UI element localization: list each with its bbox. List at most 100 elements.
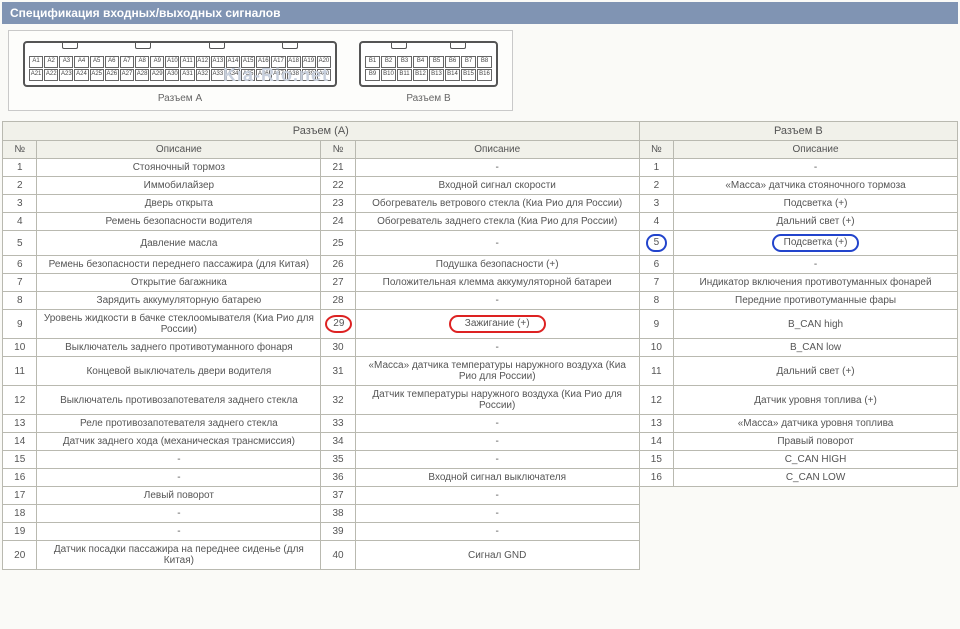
col-num: № xyxy=(639,141,673,159)
table-cell: Стояночный тормоз xyxy=(37,159,321,177)
table-row: 5Давление масла25-5Подсветка (+) xyxy=(3,231,958,256)
table-row: 6Ремень безопасности переднего пассажира… xyxy=(3,256,958,274)
connector-pin: B13 xyxy=(429,69,444,81)
connector-pin: A36 xyxy=(256,69,270,81)
connector-pin: B11 xyxy=(397,69,412,81)
table-cell: 13 xyxy=(3,415,37,433)
table-cell: B_CAN low xyxy=(674,339,958,357)
table-cell: 9 xyxy=(3,310,37,339)
connector-pin: A26 xyxy=(105,69,119,81)
connector-pin: A27 xyxy=(120,69,134,81)
connector-pin: A14 xyxy=(226,56,240,68)
connector-pin: A3 xyxy=(59,56,73,68)
table-cell: Передние противотуманные фары xyxy=(674,292,958,310)
col-desc: Описание xyxy=(355,141,639,159)
connector-pin: A40 xyxy=(317,69,331,81)
table-cell: - xyxy=(355,339,639,357)
table-cell: Дверь открыта xyxy=(37,195,321,213)
col-num: № xyxy=(321,141,355,159)
table-cell: 21 xyxy=(321,159,355,177)
table-row: 14Датчик заднего хода (механическая тран… xyxy=(3,433,958,451)
table-cell: B_CAN high xyxy=(674,310,958,339)
table-cell: 6 xyxy=(639,256,673,274)
table-cell: Выключатель заднего противотуманного фон… xyxy=(37,339,321,357)
table-cell: - xyxy=(674,256,958,274)
connector-a-label: Разъем А xyxy=(23,93,337,104)
connector-pin: A24 xyxy=(74,69,88,81)
table-cell: 10 xyxy=(3,339,37,357)
table-cell: 26 xyxy=(321,256,355,274)
table-row: 19-39- xyxy=(3,523,958,541)
connector-pin: A31 xyxy=(180,69,194,81)
connector-pin: A37 xyxy=(271,69,285,81)
table-cell: 4 xyxy=(3,213,37,231)
col-num: № xyxy=(3,141,37,159)
table-cell: 10 xyxy=(639,339,673,357)
connector-pin: B1 xyxy=(365,56,380,68)
connector-pin: B15 xyxy=(461,69,476,81)
col-desc: Описание xyxy=(37,141,321,159)
table-cell: - xyxy=(355,487,639,505)
connector-pin: A12 xyxy=(196,56,210,68)
table-cell: 5 xyxy=(3,231,37,256)
table-cell: Входной сигнал выключателя xyxy=(355,469,639,487)
connector-pin: A35 xyxy=(241,69,255,81)
table-cell: 38 xyxy=(321,505,355,523)
table-cell: 2 xyxy=(639,177,673,195)
connector-pin: A6 xyxy=(105,56,119,68)
connector-pin: A15 xyxy=(241,56,255,68)
connector-pin: A39 xyxy=(302,69,316,81)
table-cell: 31 xyxy=(321,357,355,386)
table-cell: Давление масла xyxy=(37,231,321,256)
table-cell: 2 xyxy=(3,177,37,195)
connector-pin: A22 xyxy=(44,69,58,81)
table-cell: 39 xyxy=(321,523,355,541)
table-cell: 12 xyxy=(639,386,673,415)
table-cell: Подсветка (+) xyxy=(674,195,958,213)
table-row: 20Датчик посадки пассажира на переднее с… xyxy=(3,541,958,570)
table-cell: 3 xyxy=(3,195,37,213)
table-cell: Положительная клемма аккумуляторной бата… xyxy=(355,274,639,292)
table-cell: 40 xyxy=(321,541,355,570)
connector-pin: A7 xyxy=(120,56,134,68)
table-cell: 20 xyxy=(3,541,37,570)
table-cell: - xyxy=(355,231,639,256)
connector-pin: A9 xyxy=(150,56,164,68)
table-cell: Концевой выключатель двери водителя xyxy=(37,357,321,386)
table-cell: 8 xyxy=(3,292,37,310)
table-cell: 28 xyxy=(321,292,355,310)
table-cell: Зарядить аккумуляторную батарею xyxy=(37,292,321,310)
connector-pin: A11 xyxy=(180,56,194,68)
connector-pin: A13 xyxy=(211,56,225,68)
table-cell: - xyxy=(355,159,639,177)
connector-pin: B2 xyxy=(381,56,396,68)
connector-pin: B6 xyxy=(445,56,460,68)
table-cell: 35 xyxy=(321,451,355,469)
table-cell: - xyxy=(674,159,958,177)
table-cell: Дальний свет (+) xyxy=(674,357,958,386)
table-row: 2Иммобилайзер22Входной сигнал скорости2«… xyxy=(3,177,958,195)
table-cell: Индикатор включения противотуманных фона… xyxy=(674,274,958,292)
table-cell: - xyxy=(37,505,321,523)
table-cell: Датчик посадки пассажира на переднее сид… xyxy=(37,541,321,570)
table-cell: 37 xyxy=(321,487,355,505)
table-cell: «Масса» датчика температуры наружного во… xyxy=(355,357,639,386)
table-cell: «Масса» датчика уровня топлива xyxy=(674,415,958,433)
signals-table: Разъем (А) Разъем B № Описание № Описани… xyxy=(2,121,958,570)
table-cell: 18 xyxy=(3,505,37,523)
connector-pin: A34 xyxy=(226,69,240,81)
table-cell: - xyxy=(37,469,321,487)
table-cell: Датчик уровня топлива (+) xyxy=(674,386,958,415)
table-cell: 24 xyxy=(321,213,355,231)
table-cell: 11 xyxy=(3,357,37,386)
table-cell: C_CAN HIGH xyxy=(674,451,958,469)
table-cell: Зажигание (+) xyxy=(355,310,639,339)
table-cell: C_CAN LOW xyxy=(674,469,958,487)
table-cell: 7 xyxy=(639,274,673,292)
table-cell: - xyxy=(355,451,639,469)
connector-pin: A8 xyxy=(135,56,149,68)
table-cell: 34 xyxy=(321,433,355,451)
connector-diagram-panel: Kia-Rio.net A1A2A3A4A5A6A7A8A9A10A11A12A… xyxy=(8,30,513,111)
table-cell: 1 xyxy=(639,159,673,177)
connector-pin: A33 xyxy=(211,69,225,81)
